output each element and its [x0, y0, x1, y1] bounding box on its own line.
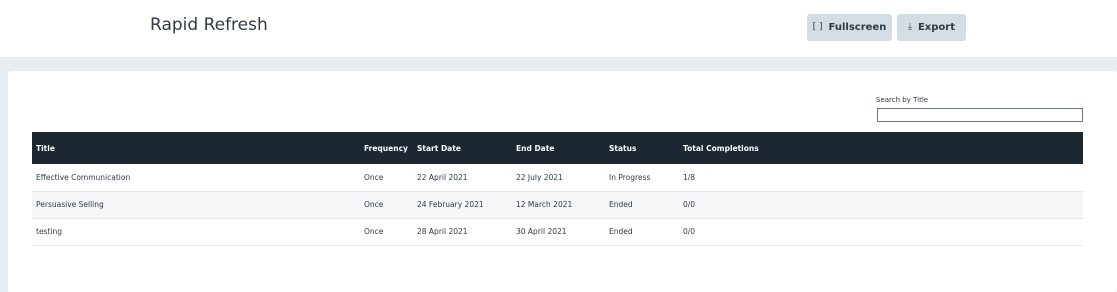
- cell-frequency: Once: [364, 172, 384, 182]
- fullscreen-label: Fullscreen: [828, 22, 887, 33]
- search-label: Search by Title: [876, 96, 929, 104]
- cell-total-completions: 0/0: [683, 227, 696, 236]
- cell-status: Ended: [609, 227, 633, 236]
- table-row[interactable]: Persuasive Selling Once 24 February 2021…: [32, 191, 1083, 218]
- column-header-frequency[interactable]: Frequency: [360, 132, 413, 164]
- download-icon: ⤓: [907, 22, 912, 32]
- export-label: Export: [917, 22, 955, 33]
- fullscreen-button[interactable]: [ ] Fullscreen: [807, 14, 892, 41]
- cell-title[interactable]: Effective Communication: [32, 164, 360, 191]
- refresh-table: Title Frequency Start Date End Date Stat…: [32, 132, 1083, 246]
- top-bar: Rapid Refresh [ ] Fullscreen ⤓ Export: [0, 0, 1117, 57]
- column-header-title[interactable]: Title: [32, 132, 360, 164]
- cell-start-date: 24 February 2021: [417, 200, 484, 209]
- cell-frequency: Once: [364, 227, 384, 236]
- cell-total-completions: 1/8: [683, 172, 696, 182]
- cell-title[interactable]: testing: [32, 218, 360, 245]
- cell-end-date: 30 April 2021: [516, 227, 567, 236]
- page-title: Rapid Refresh: [150, 15, 268, 35]
- column-header-end-date[interactable]: End Date: [512, 132, 605, 164]
- cell-start-date: 28 April 2021: [417, 227, 468, 236]
- column-header-status[interactable]: Status: [605, 132, 679, 164]
- fullscreen-icon: [ ]: [812, 22, 823, 32]
- column-header-total-completions[interactable]: Total Completions: [679, 132, 1083, 164]
- column-header-start-date[interactable]: Start Date: [413, 132, 512, 164]
- search-input[interactable]: [877, 108, 1083, 122]
- cell-start-date: 22 April 2021: [417, 172, 468, 182]
- cell-frequency: Once: [364, 200, 384, 209]
- table-row[interactable]: testing Once 28 April 2021 30 April 2021…: [32, 218, 1083, 245]
- cell-status: Ended: [609, 200, 633, 209]
- cell-end-date: 12 March 2021: [516, 200, 573, 209]
- cell-total-completions: 0/0: [683, 200, 696, 209]
- cell-end-date: 22 July 2021: [516, 172, 563, 182]
- export-button[interactable]: ⤓ Export: [897, 14, 966, 41]
- table-row[interactable]: Effective Communication Once 22 April 20…: [32, 164, 1083, 191]
- cell-status: In Progress: [609, 172, 651, 182]
- cell-title[interactable]: Persuasive Selling: [32, 191, 360, 218]
- table-header-row: Title Frequency Start Date End Date Stat…: [32, 132, 1083, 164]
